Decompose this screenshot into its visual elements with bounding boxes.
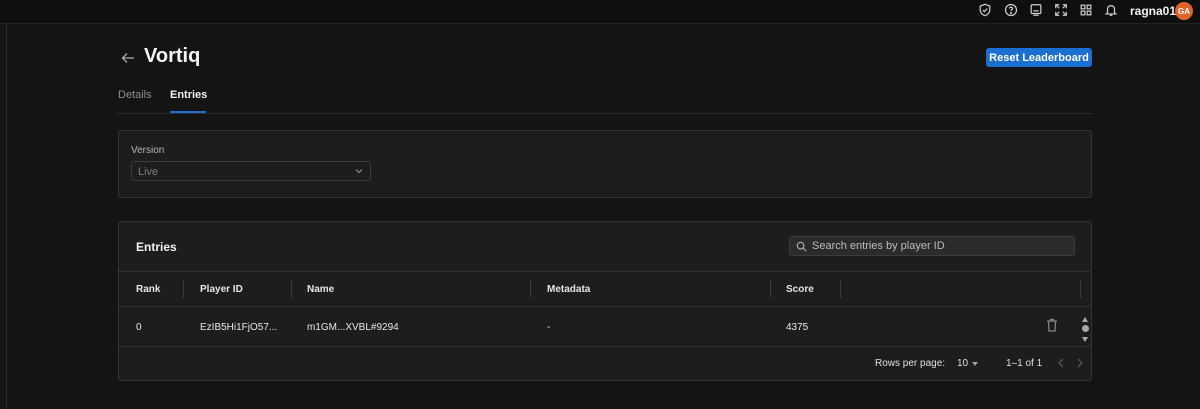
column-divider bbox=[530, 280, 531, 298]
back-arrow-icon[interactable] bbox=[120, 50, 136, 66]
tab-details[interactable]: Details bbox=[118, 89, 152, 101]
username[interactable]: ragna01 bbox=[1130, 4, 1176, 18]
search-box[interactable] bbox=[789, 236, 1075, 256]
cell-name: m1GM...XVBL#9294 bbox=[307, 322, 399, 333]
column-header-score[interactable]: Score bbox=[786, 284, 814, 295]
column-header-metadata[interactable]: Metadata bbox=[547, 284, 590, 295]
entries-panel: Entries Rank Player ID Name Metadata Sco… bbox=[118, 221, 1092, 381]
table-scrollbar[interactable] bbox=[1080, 308, 1091, 347]
column-divider bbox=[291, 280, 292, 298]
cell-metadata: - bbox=[547, 322, 551, 333]
cell-score: 4375 bbox=[786, 322, 809, 333]
chevron-right-icon[interactable] bbox=[1075, 357, 1085, 369]
tab-entries[interactable]: Entries bbox=[170, 89, 207, 101]
top-bar: ragna01 GA bbox=[0, 0, 1200, 24]
column-divider bbox=[183, 280, 184, 298]
avatar[interactable]: GA bbox=[1175, 2, 1193, 20]
version-label: Version bbox=[131, 145, 165, 156]
table-row[interactable]: 0 EzIB5Hi1FjO57... m1GM...XVBL#9294 - 43… bbox=[119, 308, 1091, 347]
pagination-range: 1–1 of 1 bbox=[1006, 358, 1043, 369]
pagination: Rows per page: 10 1–1 of 1 bbox=[119, 348, 1091, 380]
rows-per-page-select[interactable]: 10 bbox=[957, 358, 968, 369]
rows-per-page-label: Rows per page: bbox=[875, 358, 946, 369]
chevron-left-icon[interactable] bbox=[1056, 357, 1066, 369]
search-input[interactable] bbox=[812, 239, 1067, 253]
column-header-rank[interactable]: Rank bbox=[136, 284, 160, 295]
table-header: Rank Player ID Name Metadata Score bbox=[119, 271, 1091, 307]
feedback-icon[interactable] bbox=[1028, 2, 1044, 18]
reset-leaderboard-button[interactable]: Reset Leaderboard bbox=[986, 48, 1092, 67]
column-header-name[interactable]: Name bbox=[307, 284, 334, 295]
caret-down-icon[interactable] bbox=[972, 362, 978, 366]
version-selected-value: Live bbox=[138, 166, 159, 178]
column-divider bbox=[770, 280, 771, 298]
version-select[interactable]: Live bbox=[131, 161, 371, 181]
trash-icon[interactable] bbox=[1046, 318, 1058, 332]
sidebar-edge bbox=[6, 24, 7, 409]
bell-icon[interactable] bbox=[1103, 2, 1119, 18]
column-header-player-id[interactable]: Player ID bbox=[200, 284, 243, 295]
tabs-divider bbox=[118, 113, 1092, 114]
shield-check-icon[interactable] bbox=[977, 2, 993, 18]
column-divider bbox=[840, 280, 841, 298]
column-divider bbox=[1080, 280, 1081, 298]
page-title: Vortiq bbox=[144, 45, 201, 67]
apps-grid-icon[interactable] bbox=[1078, 2, 1094, 18]
fullscreen-icon[interactable] bbox=[1053, 2, 1069, 18]
scroll-down-icon[interactable] bbox=[1082, 337, 1088, 342]
chevron-down-icon bbox=[355, 169, 363, 174]
cell-rank: 0 bbox=[136, 322, 142, 333]
scroll-thumb[interactable] bbox=[1082, 325, 1089, 332]
version-panel: Version Live bbox=[118, 130, 1092, 198]
help-icon[interactable] bbox=[1003, 2, 1019, 18]
search-icon bbox=[796, 241, 807, 252]
scroll-up-icon[interactable] bbox=[1082, 317, 1088, 322]
entries-title: Entries bbox=[136, 240, 177, 254]
cell-player-id: EzIB5Hi1FjO57... bbox=[200, 322, 278, 333]
